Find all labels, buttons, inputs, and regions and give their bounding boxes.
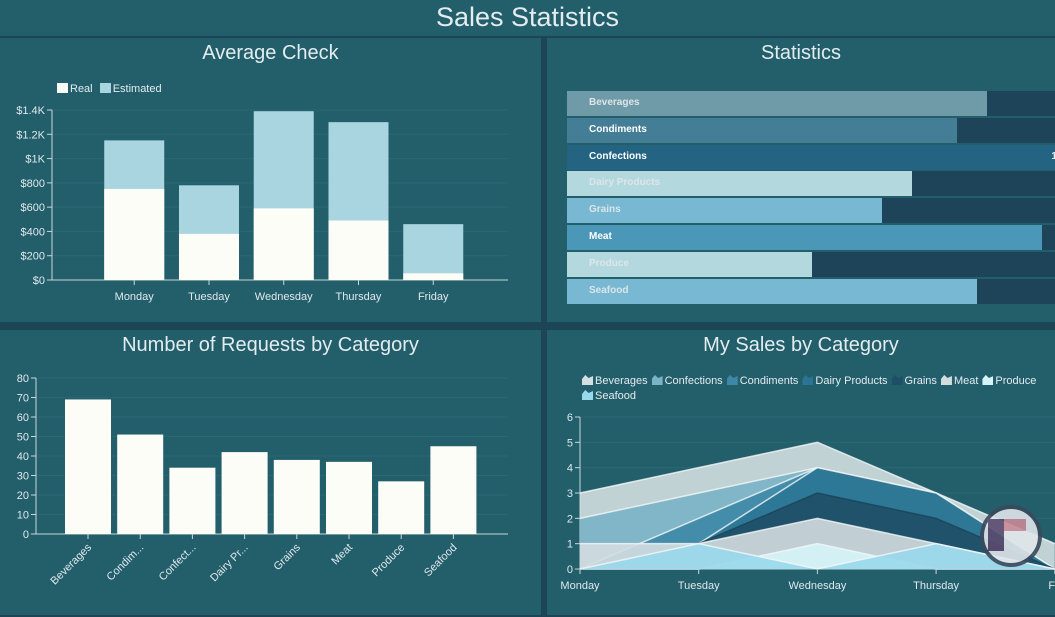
- y-tick-label: 20: [17, 490, 29, 502]
- bar: [65, 399, 111, 534]
- y-tick-label: $0: [33, 275, 45, 287]
- stat-label: Dairy Products: [589, 177, 661, 189]
- my-sales-chart: 0 1 2 3 4 5 6 Monday Tuesday Wednesday Thursday Fri: [560, 412, 1055, 592]
- y-tick-label: 30: [17, 471, 29, 483]
- stat-label: Confections: [589, 150, 647, 162]
- y-tick-label: $1K: [25, 154, 45, 166]
- bar-real: [328, 220, 389, 280]
- y-tick-label: 70: [17, 393, 29, 405]
- x-tick-label: Thursday: [913, 580, 959, 592]
- stat-label: Seafood: [589, 284, 629, 296]
- x-tick-label: Friday: [418, 291, 449, 303]
- average-check-chart: $0 $200 $400 $600 $800 $1K $1.2K $1.4K Monday Tue…: [16, 105, 508, 303]
- y-tick-label: 5: [567, 437, 573, 449]
- logo-icon: [980, 505, 1042, 567]
- x-tick-label: Monday: [115, 291, 155, 303]
- stat-label: Condiments: [589, 123, 647, 135]
- y-tick-label: $400: [21, 226, 45, 238]
- statistics-panel: Statistics Beverages84%Condiments78%Conf…: [547, 38, 1055, 322]
- stat-bar-fill: [567, 225, 1042, 250]
- x-tick-label: Thursday: [336, 291, 382, 303]
- x-tick-label: Fri: [1048, 580, 1055, 592]
- page-title: Sales Statistics: [0, 0, 1055, 36]
- x-tick-label: Meat: [329, 542, 355, 568]
- x-tick-label: Produce: [370, 542, 407, 579]
- requests-panel: Number of Requests by Category 0 10 20 30 40…: [0, 330, 541, 615]
- x-tick-label: Grains: [272, 541, 304, 573]
- stat-bar-fill: [567, 278, 977, 304]
- stat-row-dairy-products[interactable]: Dairy Products69%: [567, 171, 1055, 197]
- stat-row-grains[interactable]: Grains63%: [567, 198, 1055, 224]
- y-tick-label: 10: [17, 510, 29, 522]
- y-tick-label: 80: [17, 373, 29, 385]
- bar: [169, 467, 216, 534]
- stat-row-produce[interactable]: Produce49%: [567, 251, 1055, 277]
- y-tick-label: 0: [23, 529, 29, 541]
- my-sales-panel: My Sales by Category Beverages Confection…: [547, 330, 1055, 615]
- y-tick-label: $600: [21, 202, 45, 214]
- x-tick-label: Seafood: [422, 542, 459, 579]
- y-tick-label: 2: [567, 513, 573, 525]
- bar-estimated: [403, 224, 464, 280]
- bar-real: [403, 273, 464, 280]
- statistics-title: Statistics: [760, 42, 842, 64]
- y-tick-label: $200: [21, 251, 45, 263]
- x-tick-label: Wednesday: [788, 580, 846, 592]
- stat-row-condiments[interactable]: Condiments78%: [567, 117, 1055, 143]
- bar-real: [253, 208, 314, 280]
- stat-value: 170%: [1051, 150, 1055, 162]
- x-tick-label: Monday: [560, 580, 600, 592]
- y-tick-label: 1: [567, 539, 573, 551]
- y-tick-label: 3: [567, 488, 573, 500]
- x-tick-label: Condim...: [105, 542, 147, 584]
- y-tick-label: 40: [17, 451, 29, 463]
- x-tick-label: Wednesday: [255, 291, 313, 303]
- stat-row-seafood[interactable]: Seafood82%: [567, 278, 1055, 304]
- bar: [378, 481, 425, 534]
- y-tick-label: $800: [21, 178, 45, 190]
- stat-row-meat[interactable]: Meat95%: [567, 225, 1055, 250]
- stat-label: Meat: [589, 231, 612, 242]
- stat-label: Grains: [589, 204, 621, 216]
- y-tick-label: 6: [567, 412, 573, 424]
- x-tick-label: Tuesday: [188, 291, 230, 303]
- average-check-panel: Average Check Real Estimated $0 $200 $400 $…: [0, 38, 541, 322]
- x-tick-label: Confect...: [157, 542, 199, 584]
- y-tick-label: 60: [17, 412, 29, 424]
- y-tick-label: $1.2K: [16, 129, 45, 141]
- y-tick-label: 50: [17, 432, 29, 444]
- bar: [221, 452, 268, 534]
- stat-row-confections[interactable]: Confections 170%: [567, 144, 1055, 170]
- stat-row-beverages[interactable]: Beverages84%: [567, 91, 1055, 116]
- y-tick-label: $1.4K: [16, 105, 45, 117]
- bar: [430, 446, 477, 534]
- bar-real: [104, 188, 165, 280]
- bar: [326, 461, 372, 534]
- x-tick-label: Tuesday: [678, 580, 720, 592]
- bar: [117, 434, 164, 534]
- stat-label: Beverages: [589, 97, 640, 108]
- y-tick-label: 0: [567, 564, 573, 576]
- x-tick-label: Beverages: [48, 541, 94, 587]
- x-tick-label: Dairy Pr...: [208, 542, 251, 585]
- requests-chart: 0 10 20 30 40 50 60 70 80 Beverages Condim... Confe…: [17, 373, 508, 587]
- y-tick-label: 4: [567, 463, 573, 475]
- bar: [273, 459, 320, 534]
- stat-label: Produce: [589, 257, 630, 269]
- bar-real: [178, 233, 239, 280]
